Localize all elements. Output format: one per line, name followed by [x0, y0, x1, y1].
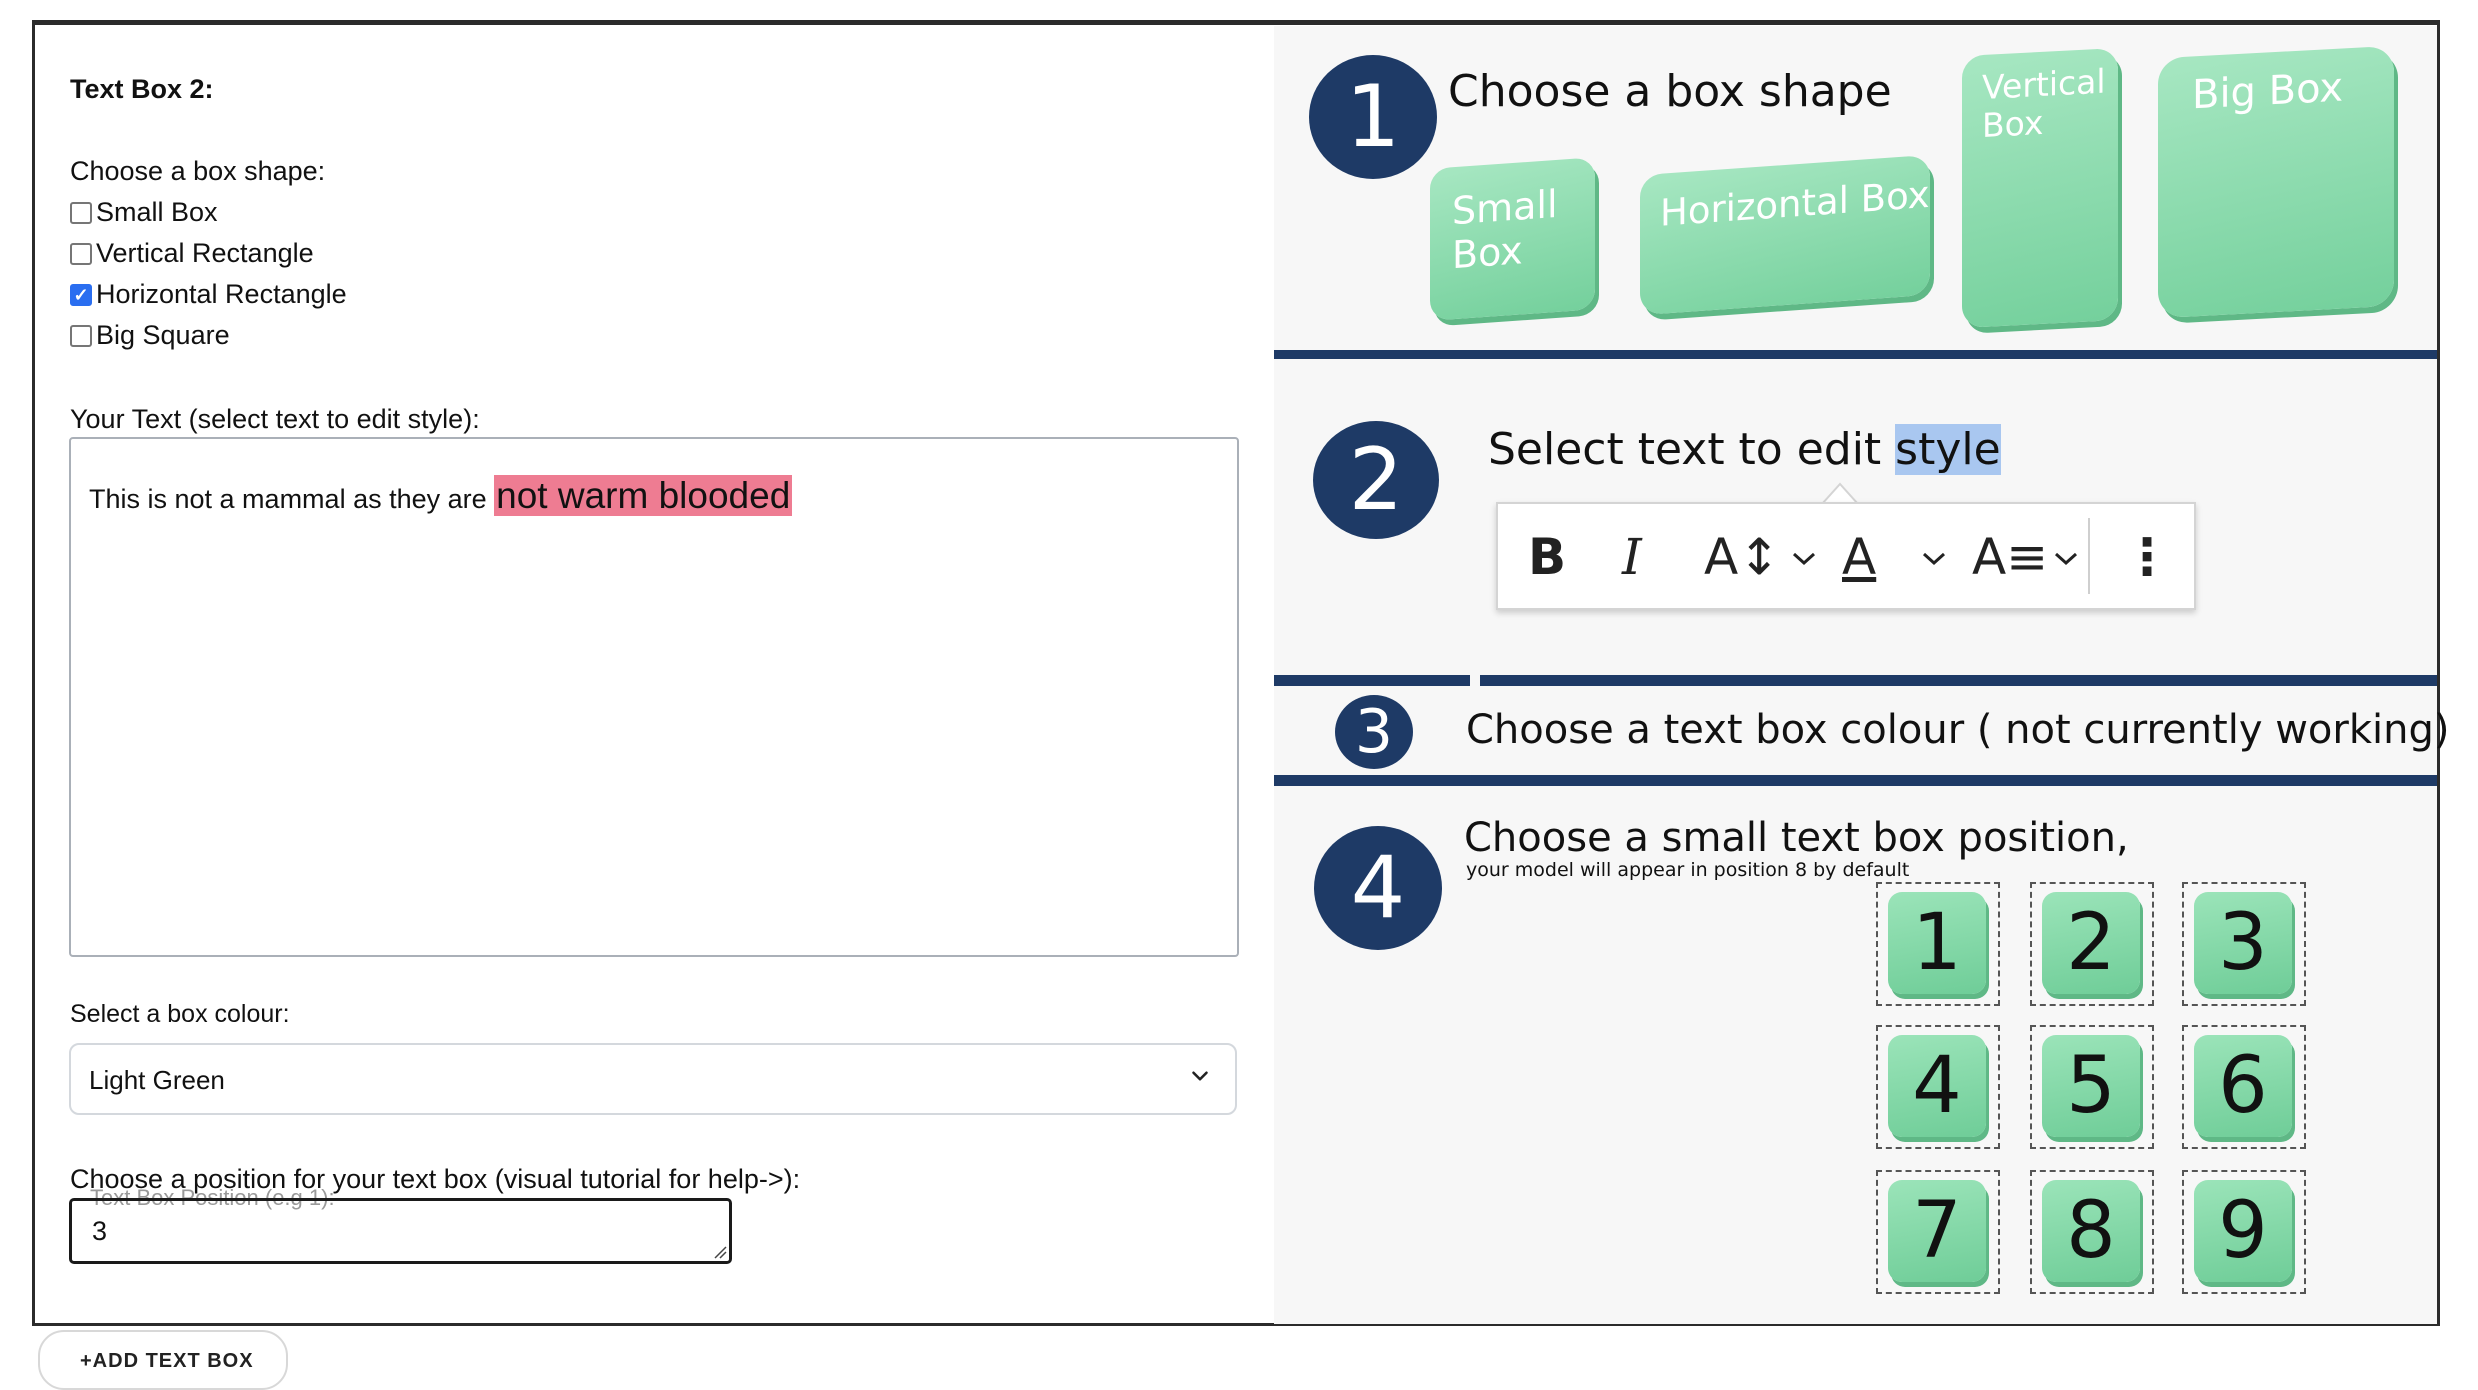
step-1-title: Choose a box shape: [1448, 66, 1892, 117]
step-3-title: Choose a text box colour ( not currently…: [1466, 707, 2450, 753]
resize-handle-icon[interactable]: [713, 1245, 727, 1259]
position-tile: 9: [2182, 1170, 2306, 1294]
chevron-down-icon: [1922, 552, 1946, 566]
more-options-icon: ⋮: [2122, 528, 2172, 586]
shape-option-small-box[interactable]: Small Box: [70, 197, 218, 228]
text-label: Your Text (select text to edit style):: [70, 404, 480, 434]
text-editor[interactable]: This is not a mammal as they are not war…: [69, 437, 1239, 957]
text-color-icon: A: [1842, 528, 1877, 586]
step-divider-3: [1274, 775, 2437, 786]
step-divider-2a: [1274, 675, 1470, 686]
text-style-toolbar: B I A↕ A A≡ ⋮: [1496, 502, 2196, 610]
checkbox[interactable]: [70, 201, 92, 224]
italic-icon: I: [1622, 528, 1642, 586]
position-tile: 5: [2030, 1025, 2154, 1149]
step-2-title: Select text to edit style: [1488, 424, 2001, 475]
shape-big-box: Big Box: [2158, 45, 2394, 319]
chevron-down-icon: [1192, 1071, 1208, 1081]
step-divider-1: [1274, 350, 2437, 359]
section-title: Text Box 2:: [70, 74, 214, 104]
step-1-badge: 1: [1309, 55, 1437, 179]
position-tile: 2: [2030, 882, 2154, 1006]
chevron-down-icon: [2054, 552, 2078, 566]
colour-label: Select a box colour:: [70, 1000, 290, 1028]
toolbar-pointer-icon: [1822, 482, 1858, 504]
highlighted-text[interactable]: not warm blooded: [494, 475, 793, 516]
step-divider-2b: [1480, 675, 2437, 686]
step-4-note: your model will appear in position 8 by …: [1466, 859, 1910, 881]
position-tile: 4: [1876, 1025, 2000, 1149]
font-size-icon: A↕: [1704, 528, 1781, 586]
shape-option-vertical-rectangle[interactable]: Vertical Rectangle: [70, 238, 314, 269]
add-text-box-button[interactable]: +ADD TEXT BOX: [38, 1330, 288, 1390]
checkbox[interactable]: [70, 242, 92, 265]
bold-icon: B: [1528, 528, 1567, 586]
checkbox[interactable]: [70, 324, 92, 347]
checkbox-checked[interactable]: ✓: [70, 283, 92, 306]
text-format-icon: A≡: [1972, 528, 2049, 586]
step-3-badge: 3: [1335, 695, 1413, 769]
position-tile: 6: [2182, 1025, 2306, 1149]
step-2-badge: 2: [1313, 421, 1439, 539]
editor-content[interactable]: This is not a mammal as they are not war…: [89, 475, 793, 517]
position-tile: 8: [2030, 1170, 2154, 1294]
position-tile: 3: [2182, 882, 2306, 1006]
step-4-title: Choose a small text box position,: [1464, 815, 2129, 861]
step-4-badge: 4: [1314, 826, 1442, 950]
position-tile: 1: [1876, 882, 2000, 1006]
selected-word: style: [1895, 424, 2001, 475]
shape-label: Choose a box shape:: [70, 156, 326, 186]
position-value: 3: [92, 1216, 108, 1246]
shape-vertical-box: Vertical Box: [1962, 47, 2118, 329]
position-input[interactable]: [69, 1198, 732, 1264]
shape-option-horizontal-rectangle[interactable]: ✓ Horizontal Rectangle: [70, 279, 347, 310]
position-tile: 7: [1876, 1170, 2000, 1294]
shape-option-big-square[interactable]: Big Square: [70, 320, 230, 351]
shape-small-box: Small Box: [1430, 157, 1595, 321]
shape-horizontal-box: Horizontal Box: [1640, 154, 1930, 316]
colour-select[interactable]: Light Green: [69, 1043, 1237, 1115]
toolbar-separator: [2088, 518, 2090, 594]
chevron-down-icon: [1792, 552, 1816, 566]
